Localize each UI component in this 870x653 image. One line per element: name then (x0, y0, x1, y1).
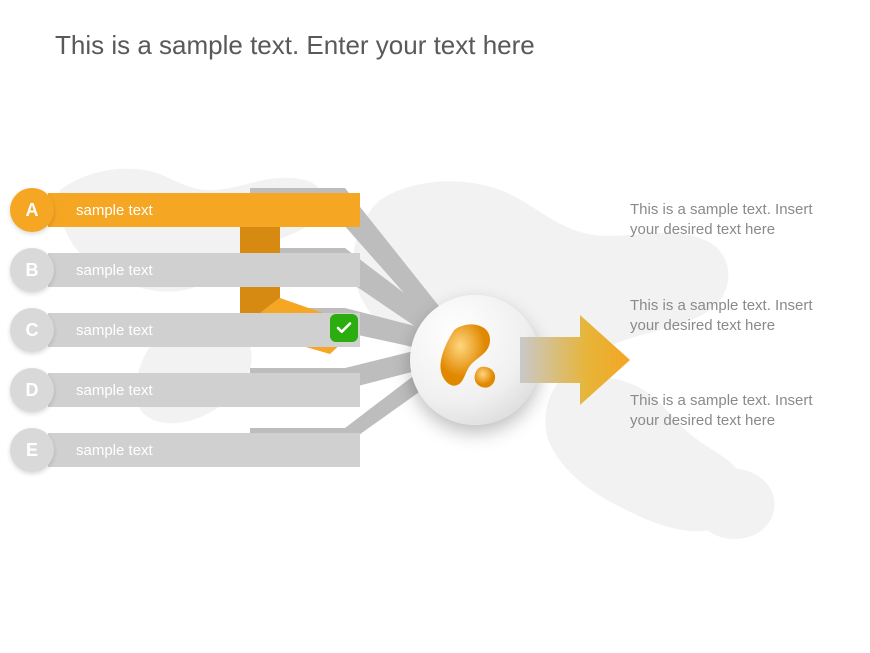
items-list: A sample text B sample text C sample tex… (10, 190, 360, 490)
item-label-e: sample text (48, 433, 360, 467)
descriptions: This is a sample text. Insert your desir… (630, 200, 830, 487)
item-letter-a: A (10, 188, 54, 232)
checkmark-icon (330, 314, 358, 342)
arrow-right-icon (520, 315, 630, 405)
item-label-a: sample text (48, 193, 360, 227)
item-letter-e: E (10, 428, 54, 472)
item-d: D sample text (10, 370, 360, 410)
item-a: A sample text (10, 190, 360, 230)
item-label-d: sample text (48, 373, 360, 407)
item-letter-d: D (10, 368, 54, 412)
description-1: This is a sample text. Insert your desir… (630, 200, 830, 241)
item-b: B sample text (10, 250, 360, 290)
item-e: E sample text (10, 430, 360, 470)
item-letter-c: C (10, 308, 54, 352)
item-label-b: sample text (48, 253, 360, 287)
slide: This is a sample text. Enter your text h… (0, 0, 870, 653)
description-2: This is a sample text. Insert your desir… (630, 296, 830, 337)
item-c: C sample text (10, 310, 360, 350)
item-label-c: sample text (48, 313, 360, 347)
item-letter-b: B (10, 248, 54, 292)
slide-title: This is a sample text. Enter your text h… (55, 30, 535, 61)
description-3: This is a sample text. Insert your desir… (630, 391, 830, 432)
